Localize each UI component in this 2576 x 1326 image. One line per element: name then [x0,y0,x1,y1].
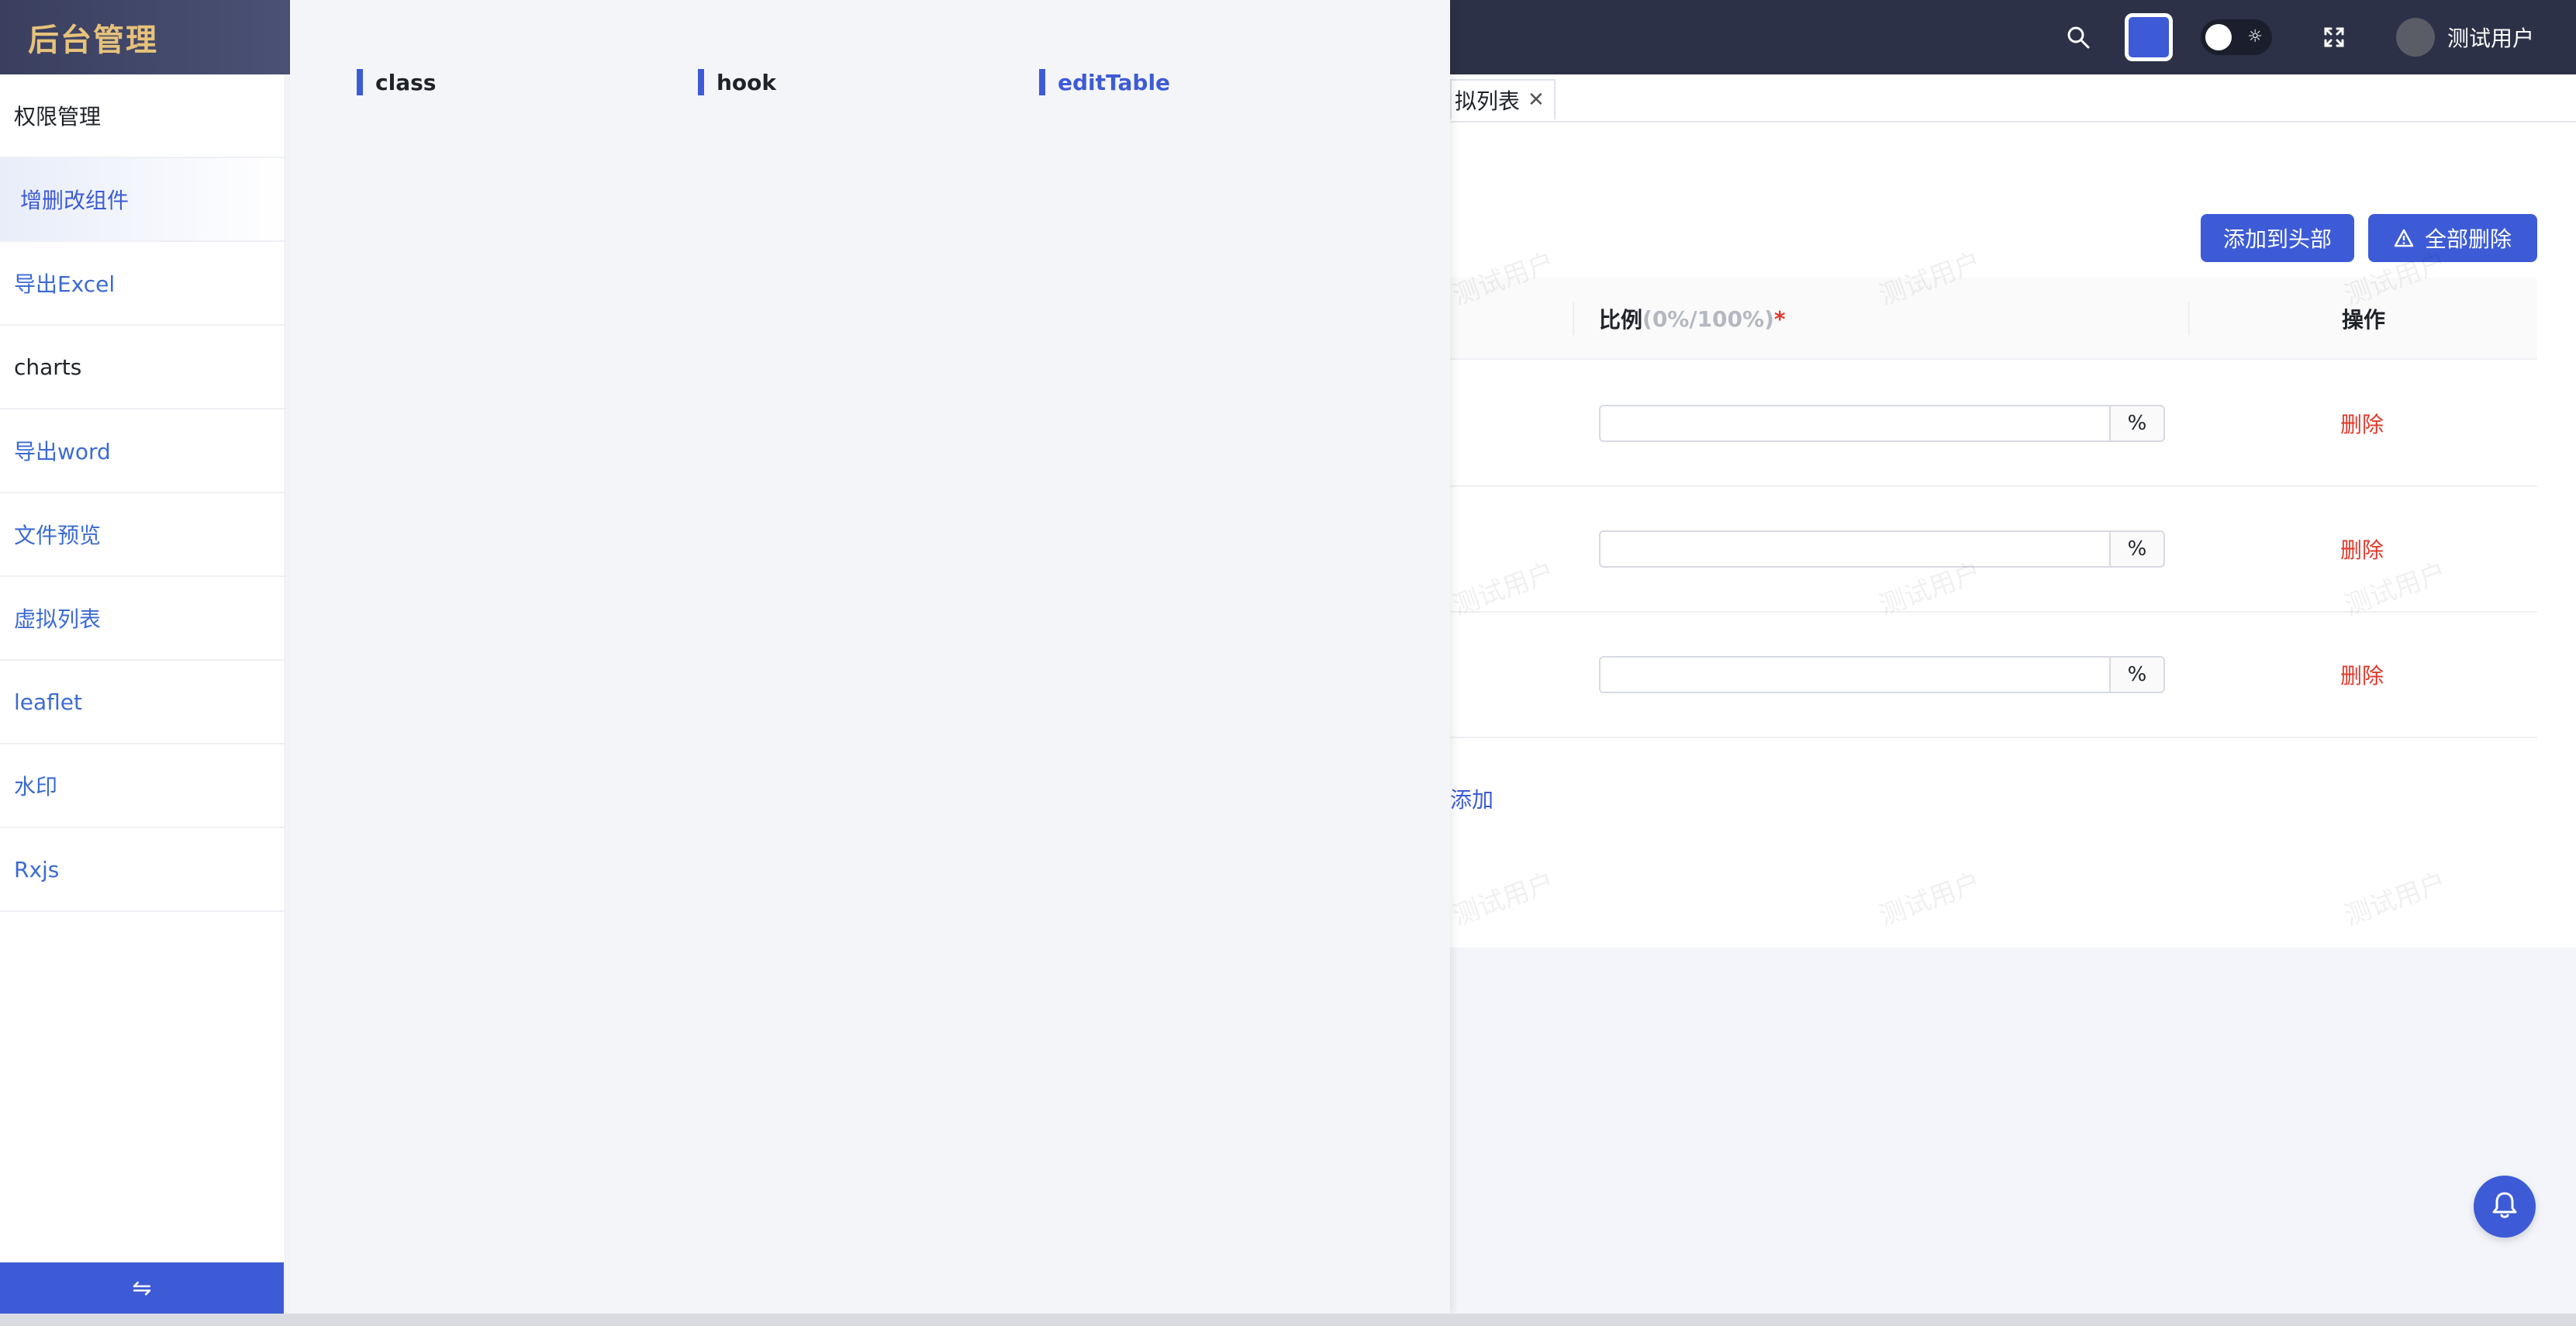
watermark: 测试用户 [1449,866,1559,932]
required-mark: * [1773,306,1786,332]
theme-color-picker[interactable] [2124,13,2173,61]
sidebar-item-export-excel[interactable]: 导出Excel [0,242,285,326]
sidebar-item-label: 虚拟列表 [14,606,102,632]
submenu-item-hook[interactable]: hook [698,68,776,96]
sidebar-item-label: 权限管理 [14,104,102,129]
delete-row-link[interactable]: 删除 [2340,530,2384,568]
tab-strip: 拟列表 ✕ [1450,74,2576,121]
table-row: % 删除 [1450,361,2537,487]
watermark: 测试用户 [1875,866,1985,932]
sidebar-item-label: 增删改组件 [20,188,129,213]
add-to-top-button[interactable]: 添加到头部 [2201,214,2354,262]
submenu-marker [357,69,363,95]
collapse-icon: ⇋ [132,1274,152,1302]
notification-button[interactable] [2474,1176,2536,1238]
add-row-link[interactable]: 添加 [1450,783,1493,814]
percent-unit: % [2109,530,2165,568]
percent-unit: % [2109,405,2165,442]
ratio-input[interactable] [1599,405,2111,442]
submenu-item-label: hook [717,69,777,95]
sidebar-item-rxjs[interactable]: Rxjs [0,828,285,912]
column-header-ratio: 比例 (0%/100%) * [1599,278,1786,360]
ratio-header-hint: (0%/100%) [1642,306,1774,332]
watermark: 测试用户 [2340,866,2450,932]
submenu-marker [1039,69,1045,95]
sidebar-item-leaflet[interactable]: leaflet [0,661,285,744]
sidebar-item-crud[interactable]: 增删改组件 [0,158,285,242]
sidebar-item-label: leaflet [14,689,83,715]
table-row: % 删除 [1450,613,2537,738]
delete-row-link[interactable]: 删除 [2340,405,2384,442]
header-actions: ☼ 测试用户 [2063,0,2534,74]
ratio-input[interactable] [1599,530,2111,568]
add-to-top-label: 添加到头部 [2222,226,2332,252]
submenu-marker [698,69,704,95]
sidebar-item-charts[interactable]: charts [0,326,285,409]
column-divider [1573,302,1574,335]
bell-icon [2491,1190,2518,1223]
ratio-header-label: 比例 [1599,307,1643,333]
submenu-item-class[interactable]: class [357,68,436,96]
sidebar-item-label: charts [14,354,82,380]
toggle-knob [2205,24,2232,50]
tab-label: 拟列表 [1455,88,1521,114]
dark-mode-toggle[interactable]: ☼ [2200,19,2272,55]
sidebar-item-permission[interactable]: 权限管理 [0,74,285,158]
sidebar-item-label: Rxjs [14,856,60,882]
sidebar-item-label: 文件预览 [14,523,102,548]
sun-icon: ☼ [2247,27,2263,47]
sidebar-item-file-preview[interactable]: 文件预览 [0,493,285,577]
delete-row-link[interactable]: 删除 [2340,656,2384,693]
percent-unit: % [2109,656,2165,693]
app-logo[interactable]: 后台管理 [0,0,290,74]
window-bottom-edge [0,1314,2576,1326]
submenu-item-edittable[interactable]: editTable [1039,68,1170,96]
sidebar-item-label: 导出word [14,439,111,464]
delete-all-button[interactable]: 全部删除 [2368,214,2537,262]
sidebar-item-export-word[interactable]: 导出word [0,409,285,493]
fullscreen-icon[interactable] [2319,22,2350,53]
content-card: 添加到头部 全部删除 比例 (0%/100%) * 操作 % 删除 % 删除 % 删… [1449,121,2576,948]
submenu-item-label: class [375,69,437,95]
avatar[interactable] [2395,18,2435,57]
column-divider [2188,302,2190,335]
search-icon[interactable] [2063,22,2094,53]
warning-icon [2394,229,2414,247]
sidebar: 权限管理 增删改组件 导出Excel charts 导出word 文件预览 虚拟… [0,74,285,1314]
sidebar-collapse-button[interactable]: ⇋ [0,1262,284,1314]
logo-text: 后台管理 [28,22,158,58]
tab-virtual-list[interactable]: 拟列表 ✕ [1450,79,1556,119]
user-name[interactable]: 测试用户 [2447,22,2534,53]
ratio-input[interactable] [1599,656,2111,693]
sidebar-item-label: 导出Excel [14,271,116,297]
submenu-item-label: editTable [1058,69,1171,95]
sidebar-item-virtual-list[interactable]: 虚拟列表 [0,577,285,661]
sidebar-item-watermark[interactable]: 水印 [0,744,285,828]
submenu-drawer: class hook editTable [290,0,1450,1314]
sidebar-item-label: 水印 [14,774,58,799]
close-icon[interactable]: ✕ [1528,88,1545,112]
